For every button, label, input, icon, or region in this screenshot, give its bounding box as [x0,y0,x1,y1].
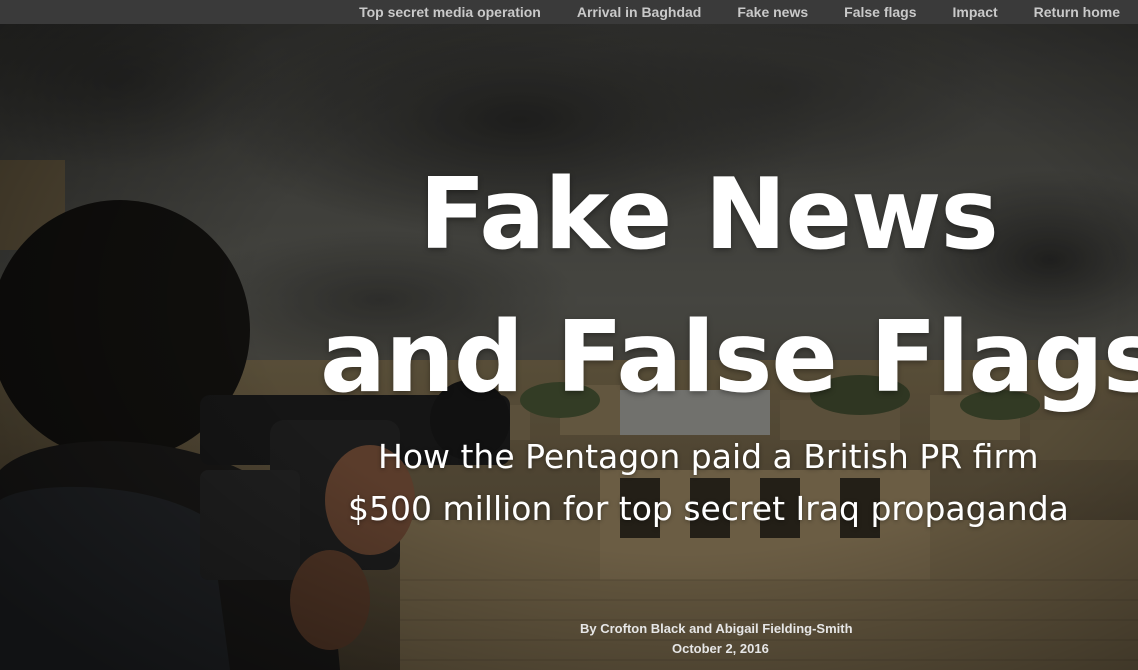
byline-authors: By Crofton Black and Abigail Fielding-Sm… [580,621,853,636]
nav-link-impact[interactable]: Impact [953,4,998,20]
nav-link-top-secret-media-operation[interactable]: Top secret media operation [359,4,541,20]
publish-date: October 2, 2016 [672,641,769,656]
article-hero-page: Top secret media operation Arrival in Ba… [0,0,1138,670]
nav-link-fake-news[interactable]: Fake news [737,4,808,20]
nav-link-return-home[interactable]: Return home [1034,4,1120,20]
headline-line-2: and False Flags [320,301,1138,415]
subheadline-line-1: How the Pentagon paid a British PR firm [378,437,1039,476]
nav-link-arrival-in-baghdad[interactable]: Arrival in Baghdad [577,4,701,20]
subheadline-line-2: $500 million for top secret Iraq propaga… [348,489,1069,528]
top-navigation-bar: Top secret media operation Arrival in Ba… [0,0,1138,24]
nav-link-false-flags[interactable]: False flags [844,4,916,20]
headline-line-1: Fake News [419,158,999,272]
